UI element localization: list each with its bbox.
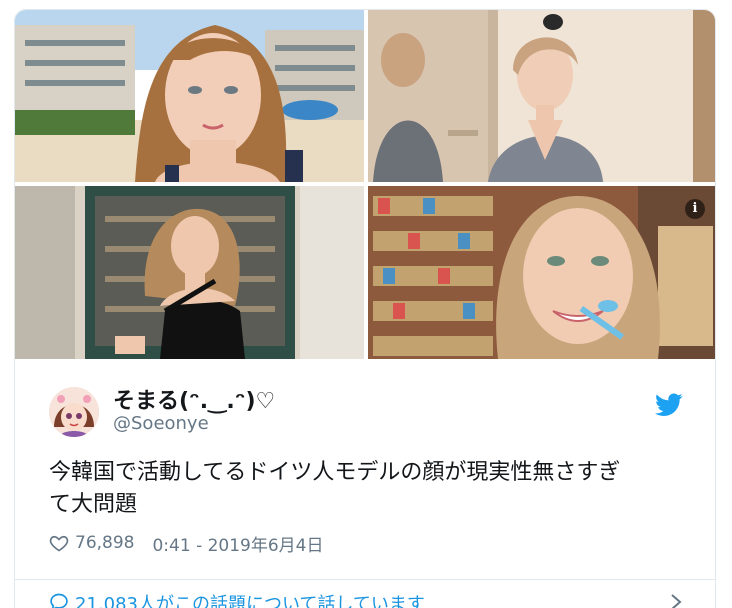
- tweet-meta: 76,898 0:41 - 2019年6月4日: [49, 530, 324, 556]
- tweet-text: 今韓国で活動してるドイツ人モデルの顔が現実性無さすぎ て大問題: [49, 457, 689, 521]
- tweet-photo-4[interactable]: i: [368, 186, 715, 359]
- tweet-photo-3[interactable]: [15, 186, 364, 359]
- conversation-link[interactable]: 21,083人がこの話題について話しています: [15, 580, 715, 608]
- tweet-photo-2[interactable]: [368, 10, 715, 182]
- tweet-text-line-1: 今韓国で活動してるドイツ人モデルの顔が現実性無さすぎ: [49, 460, 621, 485]
- tweet-header: そまる(ᵔ.‿.ᵔ)♡ @Soeonye: [15, 359, 715, 449]
- avatar[interactable]: [49, 387, 99, 437]
- tweet-photo-1[interactable]: [15, 10, 364, 182]
- info-icon[interactable]: i: [685, 199, 705, 219]
- tweet-timestamp[interactable]: 0:41 - 2019年6月4日: [152, 531, 323, 556]
- user-handle[interactable]: @Soeonye: [113, 413, 209, 434]
- like-count[interactable]: 76,898: [75, 533, 134, 553]
- display-name[interactable]: そまる(ᵔ.‿.ᵔ)♡: [113, 383, 275, 415]
- tweet-card[interactable]: i そまる(ᵔ.‿.ᵔ)♡ @Soeonye 今韓国で活動してるドイツ人モデルの…: [14, 9, 716, 608]
- chevron-right-icon[interactable]: [669, 592, 683, 608]
- speech-bubble-icon: [50, 593, 68, 608]
- tweet-media-grid: i: [15, 10, 715, 359]
- heart-icon[interactable]: [49, 533, 69, 553]
- tweet-text-line-2: て大問題: [49, 492, 138, 517]
- twitter-bird-icon[interactable]: [655, 393, 683, 417]
- conversation-link-label[interactable]: 21,083人がこの話題について話しています: [75, 590, 425, 608]
